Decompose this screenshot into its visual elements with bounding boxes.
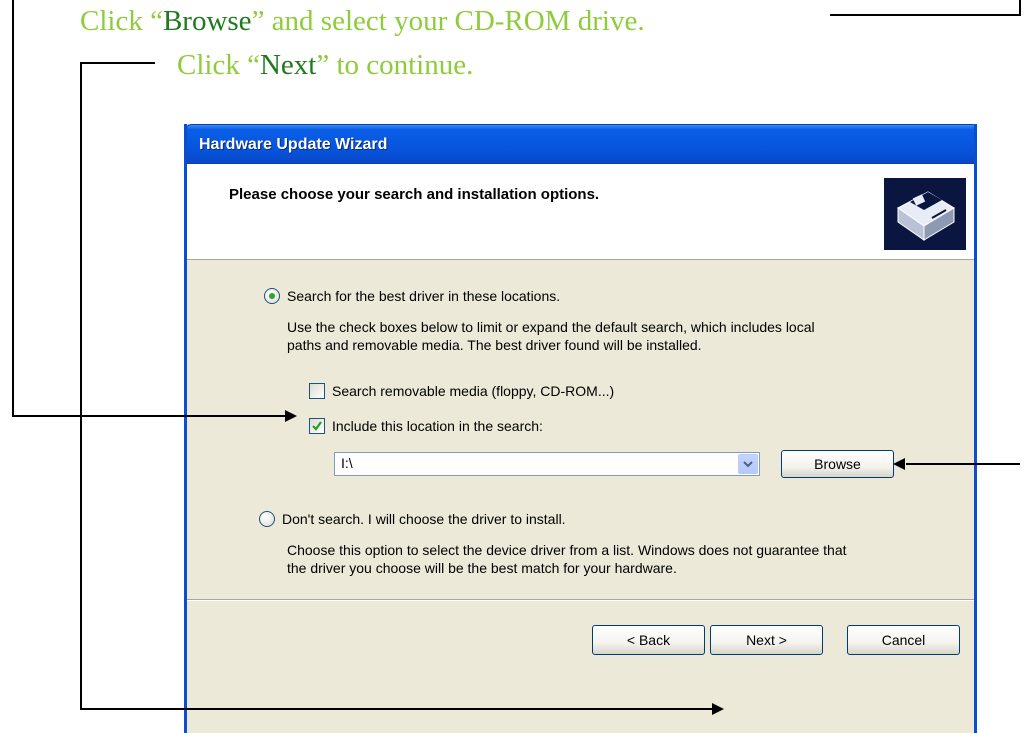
hardware-icon — [884, 178, 966, 250]
dropdown-button[interactable] — [738, 454, 758, 474]
next-button[interactable]: Next > — [710, 625, 823, 655]
search-best-driver-radio[interactable] — [264, 288, 280, 304]
header-title: Please choose your search and installati… — [229, 186, 600, 203]
location-value: I:\ — [341, 455, 353, 471]
browse-button[interactable]: Browse — [781, 450, 894, 478]
include-connector-horizontal — [12, 415, 287, 417]
dont-search-description-line-2: the driver you choose will be the best m… — [287, 560, 677, 576]
annotation-text: Click “ — [80, 5, 163, 37]
cancel-button[interactable]: Cancel — [847, 625, 960, 655]
browse-connector-cap — [1019, 0, 1021, 1]
next-connector-vertical — [80, 62, 82, 710]
annotation-keyword-next: Next — [259, 49, 317, 81]
radio-selected-dot — [269, 293, 275, 299]
annotation-text: Click “ — [177, 49, 260, 81]
dont-search-label[interactable]: Don't search. I will choose the driver t… — [282, 510, 566, 528]
footer-separator — [187, 599, 974, 601]
annotation-text: ” to continue. — [316, 49, 474, 81]
browse-connector-top — [830, 14, 1020, 16]
search-description-line-1: Use the check boxes below to limit or ex… — [287, 319, 815, 335]
chevron-down-icon — [743, 461, 753, 468]
next-connector-horizontal — [80, 708, 713, 710]
include-location-label[interactable]: Include this location in the search: — [332, 417, 543, 435]
browse-connector-stub — [1019, 0, 1021, 16]
next-arrow-icon — [712, 703, 724, 715]
search-removable-media-checkbox[interactable] — [309, 383, 325, 399]
hardware-update-wizard-window: Hardware Update Wizard Please choose you… — [184, 124, 977, 733]
dont-search-description-line-1: Choose this option to select the device … — [287, 542, 847, 558]
include-connector-vertical — [12, 0, 14, 417]
annotation-text: ” and select your CD-ROM drive. — [251, 5, 645, 37]
search-removable-media-label[interactable]: Search removable media (floppy, CD-ROM..… — [332, 382, 614, 400]
checkmark-icon — [312, 421, 322, 431]
search-description-line-2: paths and removable media. The best driv… — [287, 337, 702, 353]
back-button[interactable]: < Back — [592, 625, 705, 655]
wizard-header: Please choose your search and installati… — [187, 164, 974, 260]
annotation-keyword-browse: Browse — [162, 5, 252, 37]
include-location-checkbox[interactable] — [309, 418, 325, 434]
title-bar[interactable]: Hardware Update Wizard — [187, 124, 974, 164]
next-connector-top — [80, 62, 155, 64]
search-best-driver-label[interactable]: Search for the best driver in these loca… — [287, 287, 560, 305]
window-title: Hardware Update Wizard — [199, 136, 388, 153]
annotation-next-instruction: Click “Next” to continue. — [177, 48, 473, 82]
annotation-browse-instruction: Click “Browse” and select your CD-ROM dr… — [80, 4, 645, 38]
include-arrow-icon — [285, 410, 297, 422]
location-combobox[interactable]: I:\ — [334, 452, 760, 476]
browse-connector-horizontal — [906, 463, 1020, 465]
browse-arrow-icon — [893, 458, 905, 470]
dont-search-radio[interactable] — [259, 511, 275, 527]
